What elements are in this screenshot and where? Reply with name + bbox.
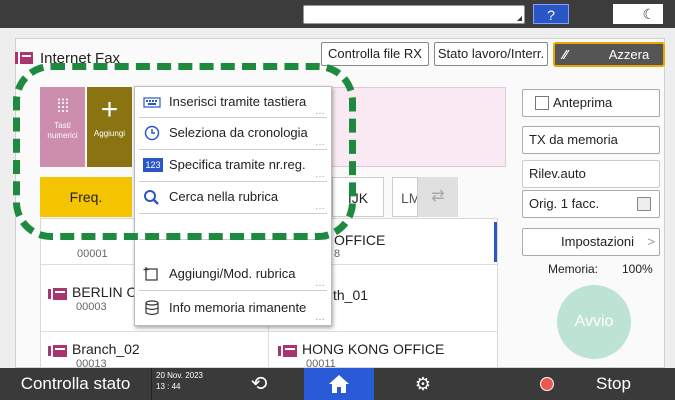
list-item-name: HONG KONG OFFICE: [302, 341, 445, 357]
gear-icon: ⚙: [414, 374, 432, 394]
fax-icon: [278, 344, 297, 357]
list-item-name: OFFICE: [334, 232, 386, 248]
menu-item-edit-addressbook[interactable]: Aggiungi/Mod. rubrica …: [135, 259, 331, 289]
list-item[interactable]: OFFICE 8: [334, 232, 386, 261]
time-text: 13 : 44: [156, 382, 181, 391]
switch-tabs-icon[interactable]: ⇄: [418, 177, 458, 217]
original-icon: [637, 197, 651, 211]
settings-button[interactable]: Impostazioni >: [522, 228, 660, 256]
stop-label: Stop: [596, 374, 631, 393]
home-icon: [329, 375, 349, 393]
list-item-number: 00003: [76, 300, 107, 313]
settings-gear-button[interactable]: ⚙: [398, 368, 448, 400]
tx-from-memory-button[interactable]: TX da memoria: [522, 126, 660, 154]
memory-status: Memoria: 100%: [548, 262, 653, 276]
list-item-name: th_01: [333, 287, 369, 303]
preview-label: Anteprima: [553, 95, 613, 110]
preview-checkbox[interactable]: [535, 96, 549, 110]
help-button[interactable]: ?: [533, 4, 569, 24]
energy-saver-button[interactable]: ☾: [613, 4, 663, 24]
reset-button[interactable]: ⁄⁄ Azzera: [553, 42, 665, 67]
list-scrollbar[interactable]: [494, 222, 497, 262]
row-divider: [41, 331, 497, 332]
list-item[interactable]: th_01: [333, 288, 368, 303]
menu-item-label: Aggiungi/Mod. rubrica: [169, 266, 296, 281]
list-item-number: 8: [334, 248, 341, 260]
date-time: 20 Nov. 2023 13 : 44: [156, 370, 203, 392]
menu-item-memory-info[interactable]: Info memoria rimanente …: [135, 293, 331, 323]
back-arrow-icon: ⟲: [250, 373, 268, 395]
highlight-outline: [13, 63, 356, 240]
home-button[interactable]: [304, 368, 374, 400]
preview-toggle[interactable]: Anteprima: [522, 89, 660, 117]
fax-icon: [48, 287, 67, 300]
list-item[interactable]: HONG KONG OFFICE 00011: [278, 342, 444, 370]
top-input-field[interactable]: [303, 5, 525, 24]
list-item[interactable]: Branch_02 00013: [48, 342, 140, 370]
stop-icon: [540, 377, 554, 391]
menu-separator: [139, 290, 327, 291]
stop-button[interactable]: Stop: [524, 368, 675, 400]
memory-value: 100%: [622, 262, 653, 276]
reset-icon: ⁄⁄: [563, 47, 568, 62]
job-status-button[interactable]: Stato lavoro/Interr.: [434, 42, 548, 66]
check-status-button[interactable]: Controlla stato: [0, 368, 152, 400]
one-sided-original-label: Orig. 1 facc.: [529, 196, 600, 211]
one-sided-original-button[interactable]: Orig. 1 facc.: [522, 190, 660, 218]
list-item[interactable]: 00001: [77, 248, 108, 260]
list-item-number: 00001: [77, 248, 108, 260]
settings-label: Impostazioni: [561, 234, 634, 249]
more-icon: …: [315, 312, 325, 323]
list-item[interactable]: BERLIN O 00003: [48, 285, 137, 313]
back-button[interactable]: ⟲: [230, 368, 288, 400]
list-item-name: Branch_02: [72, 341, 140, 357]
check-rx-file-button[interactable]: Controlla file RX: [321, 42, 429, 66]
reset-label: Azzera: [608, 47, 650, 62]
internet-fax-icon: [15, 52, 33, 64]
chevron-right-icon: >: [647, 234, 655, 249]
menu-item-label: Info memoria rimanente: [169, 300, 307, 315]
list-item-name: BERLIN O: [72, 284, 138, 300]
start-button[interactable]: Avvio: [557, 285, 631, 359]
add-contact-icon: [143, 267, 158, 281]
fax-icon: [48, 344, 67, 357]
memory-icon: [145, 300, 159, 316]
tab-lm[interactable]: LM: [392, 177, 418, 217]
auto-detect-button[interactable]: Rilev.auto: [522, 160, 660, 188]
memory-label: Memoria:: [548, 262, 599, 276]
date-text: 20 Nov. 2023: [156, 371, 203, 380]
